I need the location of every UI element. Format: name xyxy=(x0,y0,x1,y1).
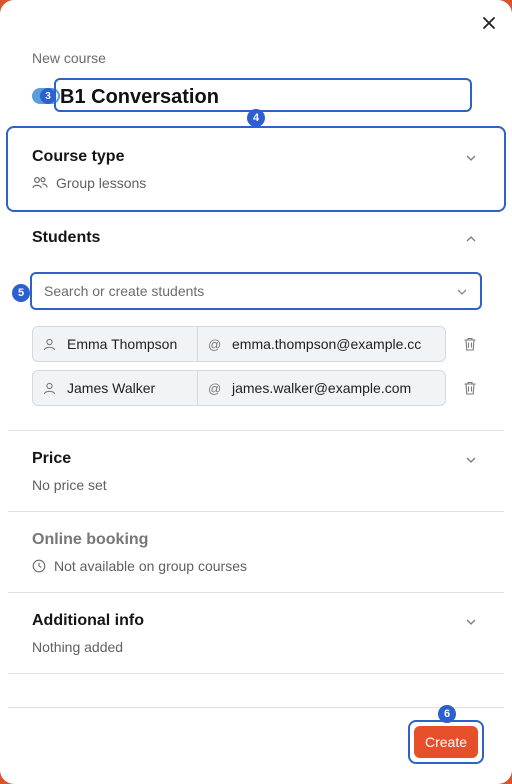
close-icon[interactable] xyxy=(478,12,500,34)
divider xyxy=(8,673,504,674)
additional-info-title: Additional info xyxy=(32,612,144,629)
course-name-input[interactable]: B1 Conversation xyxy=(54,78,472,112)
at-icon: @ xyxy=(208,336,222,352)
price-value: No price set xyxy=(32,477,107,493)
price-title: Price xyxy=(32,450,72,467)
student-name: James Walker xyxy=(67,380,156,396)
student-search-input[interactable]: Search or create students xyxy=(30,272,482,310)
annotation-badge-4: 4 xyxy=(247,109,265,127)
chevron-up-icon[interactable] xyxy=(465,233,477,245)
user-icon xyxy=(43,382,56,394)
student-row: James Walker @ james.walker@example.com xyxy=(32,370,446,406)
course-type-value: Group lessons xyxy=(32,175,146,191)
user-icon xyxy=(43,338,56,350)
students-title: Students xyxy=(32,229,101,246)
student-name-field[interactable]: Emma Thompson xyxy=(32,326,198,362)
chevron-down-icon[interactable] xyxy=(465,152,477,164)
course-type-title: Course type xyxy=(32,148,125,165)
search-placeholder: Search or create students xyxy=(44,283,205,299)
new-course-label: New course xyxy=(32,50,106,66)
create-button-highlight: Create xyxy=(408,720,484,764)
footer-divider xyxy=(8,707,504,708)
divider xyxy=(8,592,504,593)
clock-icon xyxy=(32,559,46,573)
student-row: Emma Thompson @ emma.thompson@example.cc xyxy=(32,326,446,362)
chevron-down-icon[interactable] xyxy=(465,454,477,466)
chevron-down-icon[interactable] xyxy=(456,286,468,298)
chevron-down-icon[interactable] xyxy=(465,616,477,628)
at-icon: @ xyxy=(208,380,222,396)
course-type-label: Group lessons xyxy=(56,175,147,191)
student-email-field[interactable]: @ james.walker@example.com xyxy=(197,370,446,406)
group-icon xyxy=(32,176,48,189)
student-email-field[interactable]: @ emma.thompson@example.cc xyxy=(197,326,446,362)
student-email: james.walker@example.com xyxy=(232,380,412,396)
annotation-badge-5: 5 xyxy=(12,284,30,302)
student-name: Emma Thompson xyxy=(67,336,178,352)
student-email: emma.thompson@example.cc xyxy=(232,336,422,352)
additional-info-value: Nothing added xyxy=(32,639,124,655)
course-type-section[interactable] xyxy=(6,126,506,212)
online-booking-title: Online booking xyxy=(32,531,149,548)
online-booking-label: Not available on group courses xyxy=(54,558,248,574)
trash-icon[interactable] xyxy=(462,380,478,396)
create-button[interactable]: Create xyxy=(414,726,478,758)
trash-icon[interactable] xyxy=(462,336,478,352)
divider xyxy=(8,430,504,431)
new-course-dialog: New course 3 B1 Conversation 4 Course ty… xyxy=(0,0,512,784)
online-booking-value: Not available on group courses xyxy=(32,558,247,574)
student-name-field[interactable]: James Walker xyxy=(32,370,198,406)
divider xyxy=(8,511,504,512)
